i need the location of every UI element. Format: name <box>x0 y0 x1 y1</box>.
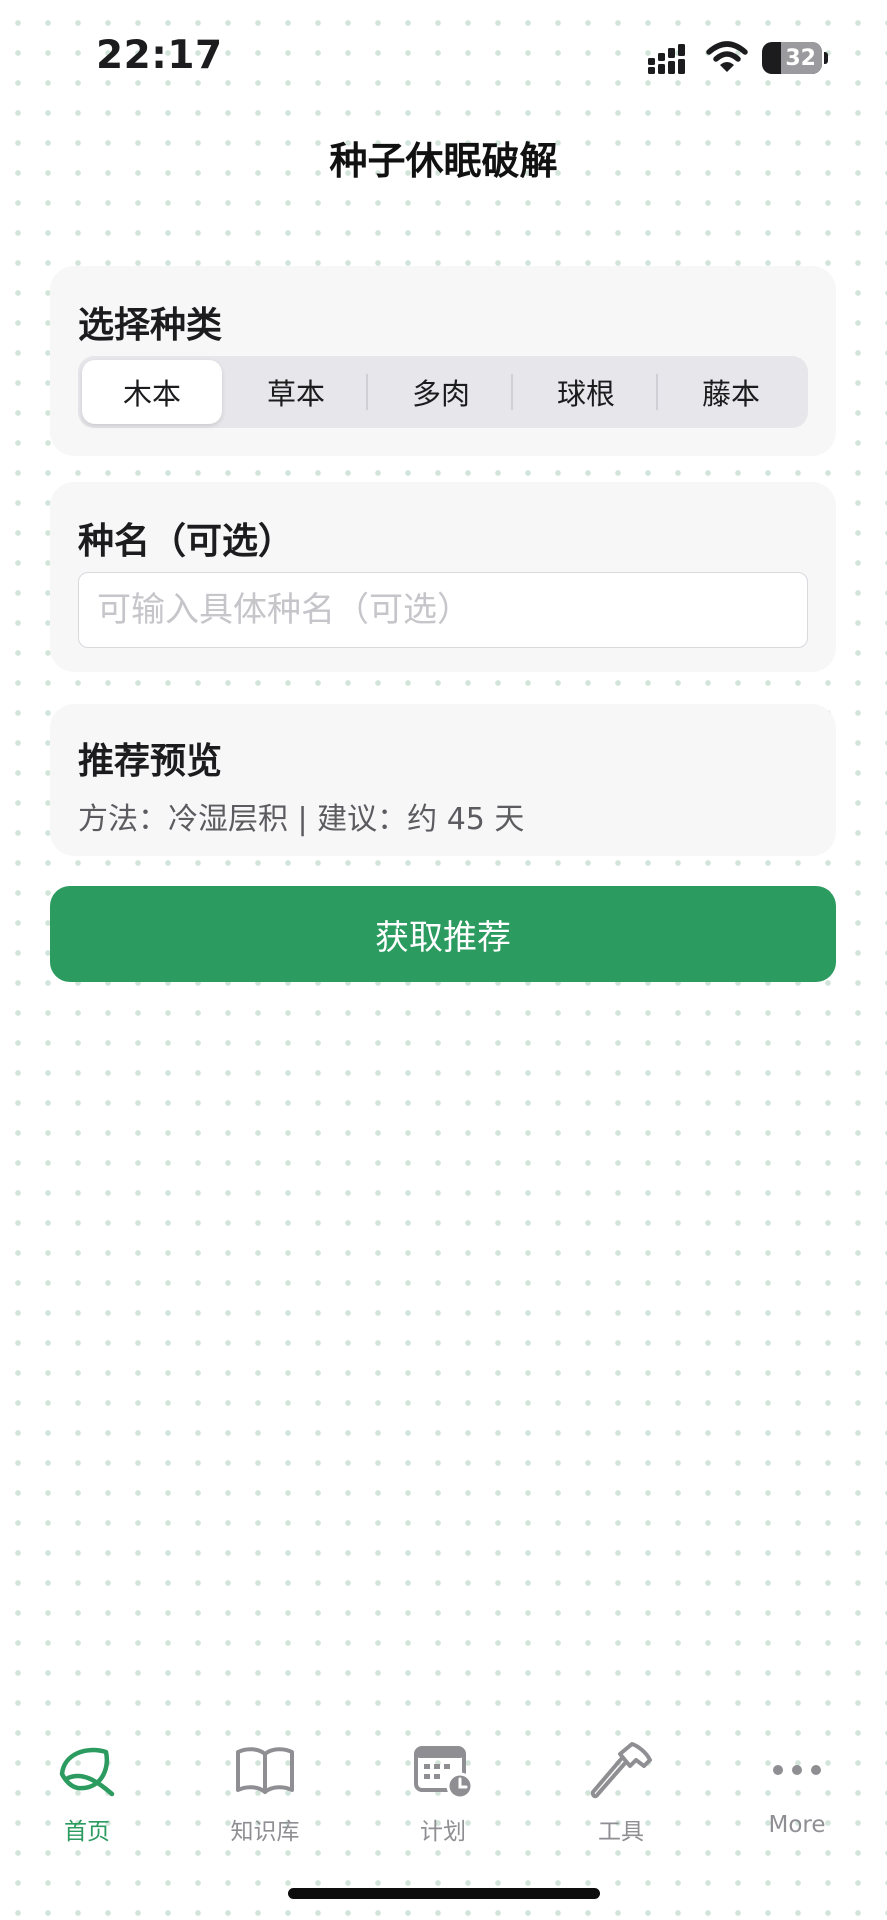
leaf-icon <box>59 1747 115 1797</box>
status-time: 22:17 <box>96 33 223 78</box>
tab-bar: 首页 知识库 计划 工具 More <box>0 1730 887 1860</box>
tab-knowledge[interactable]: 知识库 <box>190 1730 340 1860</box>
tab-more-label: More <box>768 1812 826 1838</box>
species-segmented-control: 木本 草本 多肉 球根 藤本 <box>78 356 808 428</box>
status-bar: 22:17 32 <box>0 0 887 110</box>
preview-text: 方法：冷湿层积 | 建议：约 45 天 <box>78 802 525 837</box>
species-card-title: 选择种类 <box>78 305 223 346</box>
tab-home[interactable]: 首页 <box>12 1730 162 1860</box>
battery-icon: 32 <box>762 42 822 74</box>
segment-divider <box>511 374 513 410</box>
tab-plan[interactable]: 计划 <box>368 1730 518 1860</box>
species-option-succulent[interactable]: 多肉 <box>371 360 511 424</box>
home-indicator <box>288 1888 600 1899</box>
tab-plan-label: 计划 <box>420 1819 466 1845</box>
segment-divider <box>656 374 658 410</box>
species-option-herb[interactable]: 草本 <box>226 360 366 424</box>
species-name-input[interactable] <box>78 572 808 648</box>
get-recommendation-button[interactable]: 获取推荐 <box>50 886 836 982</box>
page-title: 种子休眠破解 <box>329 139 558 183</box>
more-icon <box>773 1765 821 1775</box>
species-option-woody[interactable]: 木本 <box>82 360 222 424</box>
segment-divider <box>366 374 368 410</box>
species-name-title: 种名（可选） <box>78 521 295 562</box>
calendar-clock-icon <box>414 1746 474 1800</box>
species-option-vine[interactable]: 藤本 <box>661 360 801 424</box>
preview-title: 推荐预览 <box>78 741 223 782</box>
tab-knowledge-label: 知识库 <box>230 1819 300 1845</box>
species-card: 选择种类 木本 草本 多肉 球根 藤本 <box>50 266 836 456</box>
species-name-card: 种名（可选） <box>50 482 836 672</box>
wifi-icon <box>706 41 748 72</box>
battery-nub <box>824 52 828 64</box>
preview-card: 推荐预览 方法：冷湿层积 | 建议：约 45 天 <box>50 704 836 856</box>
tab-tools[interactable]: 工具 <box>546 1730 696 1860</box>
hammer-icon <box>590 1742 652 1799</box>
tab-more[interactable]: More <box>722 1730 872 1860</box>
tab-tools-label: 工具 <box>598 1819 644 1845</box>
tab-home-label: 首页 <box>64 1819 110 1845</box>
species-option-bulb[interactable]: 球根 <box>516 360 656 424</box>
battery-level: 32 <box>785 45 816 71</box>
book-icon <box>236 1747 294 1794</box>
cellular-signal-icon <box>648 44 685 74</box>
